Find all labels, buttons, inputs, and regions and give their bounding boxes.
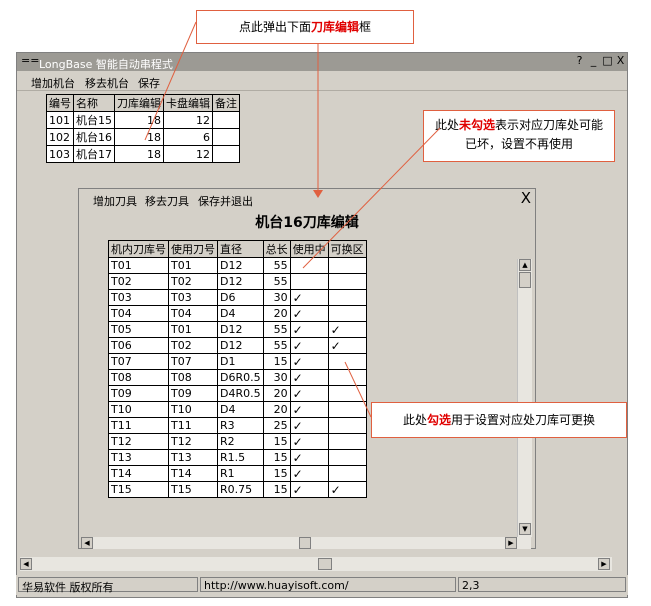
arrow-head-icon [313, 190, 323, 198]
callout-lines [144, 21, 441, 418]
leader-line [302, 127, 441, 269]
leader-line [144, 21, 197, 141]
leader-line [344, 361, 372, 418]
